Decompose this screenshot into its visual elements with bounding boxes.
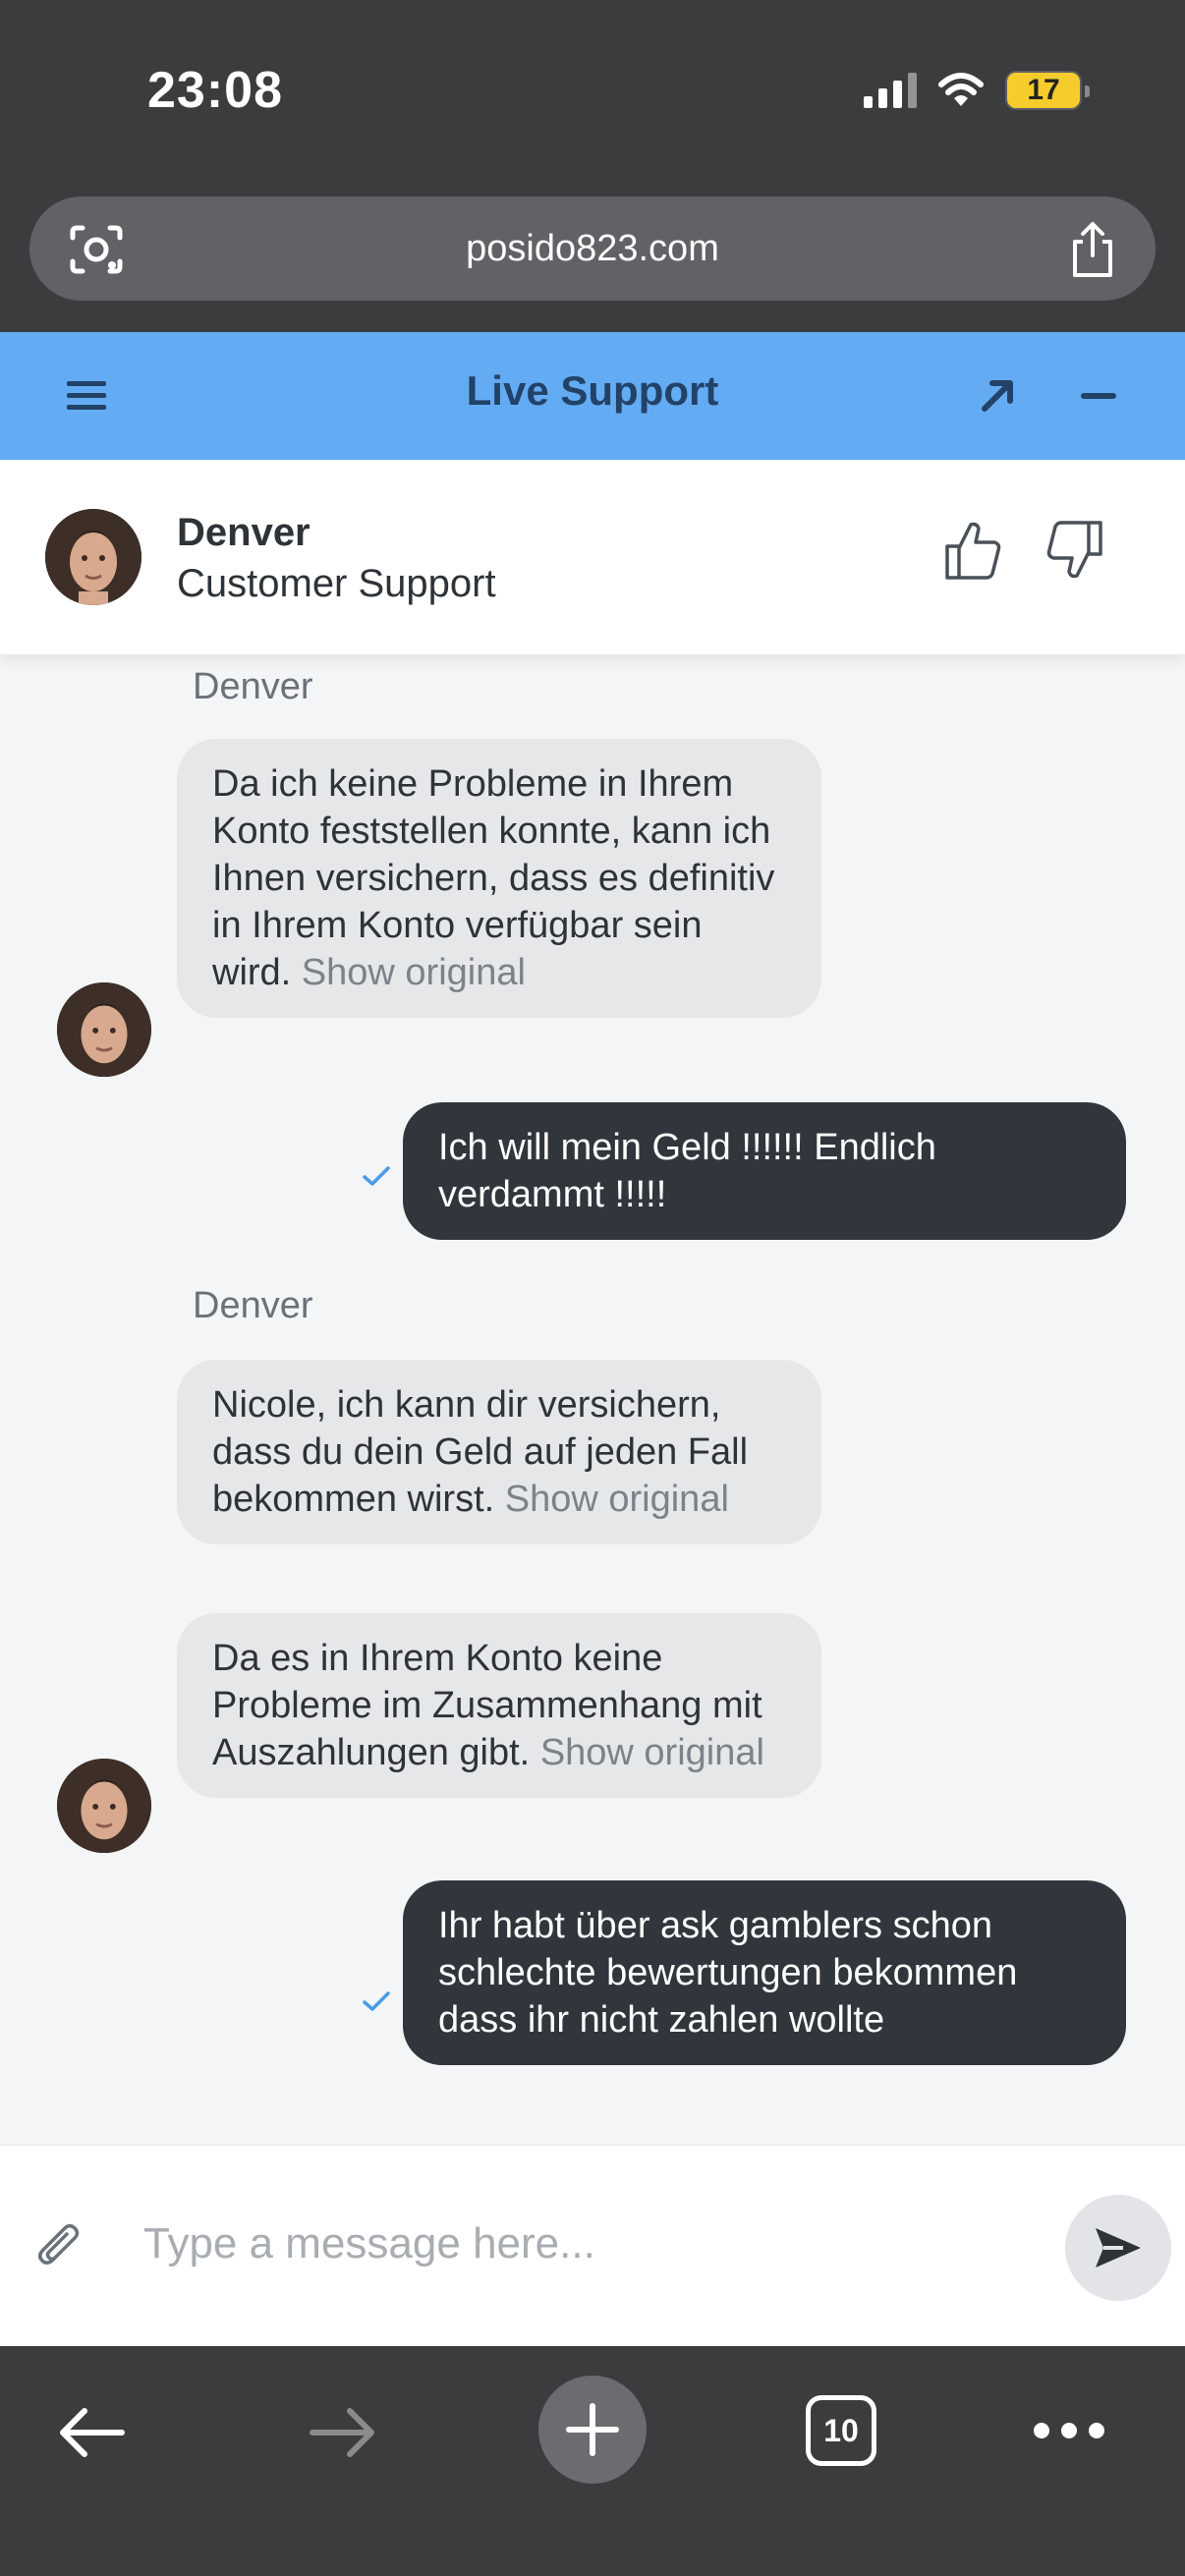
send-icon <box>1096 2228 1141 2268</box>
agent-name: Denver <box>177 511 310 554</box>
agent-avatar <box>57 1759 151 1853</box>
cellular-signal-icon <box>864 73 917 108</box>
attachment-icon[interactable] <box>35 2220 83 2273</box>
live-support-header: Live Support <box>0 332 1185 460</box>
new-tab-button[interactable] <box>538 2376 647 2484</box>
incoming-message: Da es in Ihrem Konto keine Probleme im Z… <box>177 1613 821 1798</box>
tab-count: 10 <box>823 2412 859 2448</box>
status-bar: 23:08 17 <box>0 0 1185 187</box>
chat-messages[interactable]: Denver Da ich keine Probleme in Ihrem Ko… <box>0 654 1185 2144</box>
show-original-link[interactable]: Show original <box>540 1732 764 1773</box>
message-input[interactable] <box>143 2195 1028 2293</box>
minimize-icon[interactable] <box>1081 393 1116 399</box>
outgoing-message: Ihr habt über ask gamblers schon schlech… <box>403 1880 1126 2065</box>
incoming-message: Nicole, ich kann dir versichern, dass du… <box>177 1360 821 1544</box>
status-icons: 17 <box>864 71 1090 110</box>
agent-avatar <box>57 982 151 1077</box>
share-icon[interactable] <box>1067 220 1118 279</box>
url-text[interactable]: posido823.com <box>29 228 1156 270</box>
read-check-icon <box>363 1166 390 1186</box>
incoming-message: Da ich keine Probleme in Ihrem Konto fes… <box>177 739 821 1018</box>
agent-info-bar: Denver Customer Support <box>0 460 1185 654</box>
browser-bar: posido823.com <box>0 187 1185 332</box>
battery-icon: 17 <box>1005 71 1090 110</box>
message-sender: Denver <box>193 1285 313 1326</box>
back-arrow-icon[interactable] <box>57 2405 128 2460</box>
tabs-button[interactable]: 10 <box>806 2395 876 2466</box>
address-bar[interactable]: posido823.com <box>29 196 1156 301</box>
message-sender: Denver <box>193 666 313 707</box>
read-check-icon <box>363 1991 390 2011</box>
message-text: Ich will mein Geld !!!!!! Endlich verdam… <box>438 1127 936 1215</box>
page: 23:08 17 posido823.com Live Support Denv… <box>0 0 1185 2576</box>
thumbs-up-icon[interactable] <box>943 519 1002 582</box>
agent-avatar <box>45 509 141 605</box>
message-composer <box>0 2144 1185 2346</box>
thumbs-down-icon[interactable] <box>1045 519 1104 582</box>
show-original-link[interactable]: Show original <box>505 1479 729 1520</box>
expand-icon[interactable] <box>979 375 1018 415</box>
browser-toolbar: 10 <box>0 2346 1185 2576</box>
agent-role: Customer Support <box>177 562 496 605</box>
more-options-icon[interactable] <box>1034 2423 1104 2442</box>
plus-icon <box>566 2403 619 2456</box>
status-time: 23:08 <box>147 62 283 119</box>
wifi-icon <box>938 73 984 106</box>
outgoing-message: Ich will mein Geld !!!!!! Endlich verdam… <box>403 1102 1126 1240</box>
battery-level: 17 <box>1027 74 1060 106</box>
forward-arrow-icon[interactable] <box>307 2405 377 2460</box>
message-text: Ihr habt über ask gamblers schon schlech… <box>438 1905 1018 2041</box>
send-button[interactable] <box>1065 2195 1171 2301</box>
show-original-link[interactable]: Show original <box>302 952 526 993</box>
